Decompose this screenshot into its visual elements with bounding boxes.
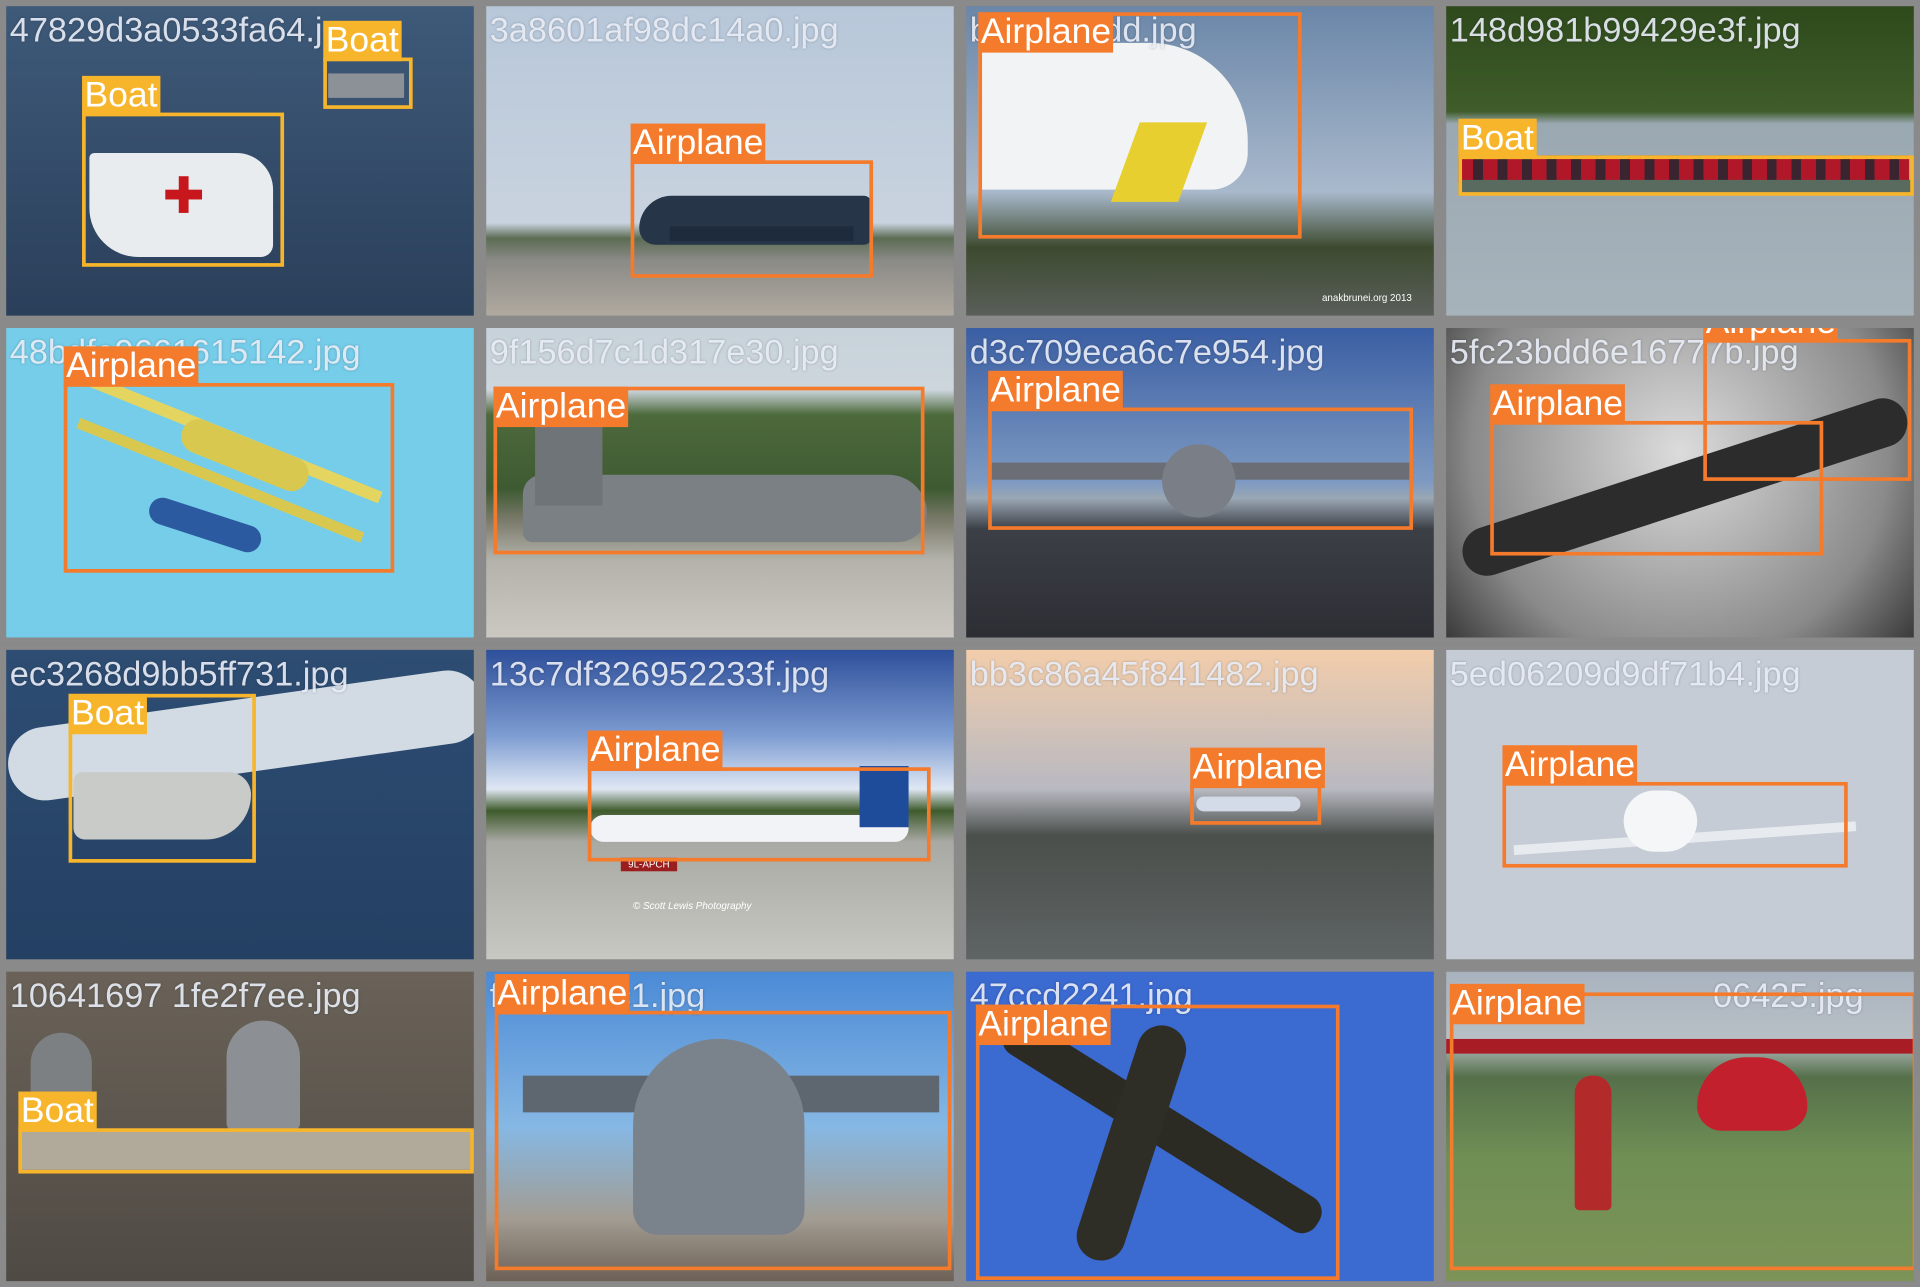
bbox-airplane[interactable]: Airplane <box>1703 327 1912 481</box>
bbox-airplane[interactable]: Airplane <box>975 1004 1340 1280</box>
tile-3[interactable]: 148d981b99429e3f.jpg Boat <box>1440 0 1920 322</box>
bbox-label: Boat <box>18 1091 97 1132</box>
bbox-label: Airplane <box>630 123 766 164</box>
tile-11[interactable]: 5ed06209d9df71b4.jpg Airplane <box>1440 643 1920 966</box>
bbox-label: Boat <box>82 75 161 117</box>
bbox-airplane[interactable]: Airplane <box>493 386 925 555</box>
tile-0[interactable]: 47829d3a0533fa64.jpg Boat Boat <box>0 0 480 322</box>
bbox-airplane[interactable]: Airplane <box>988 370 1414 530</box>
bbox-label: Airplane <box>1502 745 1638 786</box>
tile-12[interactable]: 10641697 1fe2f7ee.jpg Boat <box>0 965 480 1287</box>
bbox-airplane[interactable]: Airplane <box>1502 745 1848 868</box>
rower-shape <box>226 1020 300 1131</box>
filename-label: d3c709eca6c7e954.jpg <box>969 332 1325 371</box>
bbox-boat[interactable]: Boat <box>68 693 256 863</box>
bbox-boat[interactable]: Boat <box>1458 118 1914 196</box>
filename-label: 5ed06209d9df71b4.jpg <box>1449 654 1801 693</box>
bbox-label: Airplane <box>1190 747 1326 789</box>
filename-label: ec3268d9bb5ff731.jpg <box>9 654 349 693</box>
bbox-airplane[interactable]: Airplane <box>1449 983 1914 1271</box>
tile-7[interactable]: 5fc23bdd6e16777b.jpg Airplane Airplane <box>1440 321 1920 644</box>
filename-label: 3a8601af98dc14a0.jpg <box>489 11 839 49</box>
tile-8[interactable]: ec3268d9bb5ff731.jpg Boat <box>0 643 480 966</box>
filename-label: 148d981b99429e3f.jpg <box>1449 11 1801 49</box>
bbox-label: Airplane <box>63 346 199 387</box>
bbox-airplane[interactable]: Airplane <box>587 730 931 862</box>
filename-label: 13c7df326952233f.jpg <box>489 654 830 693</box>
tile-6[interactable]: d3c709eca6c7e954.jpg Airplane <box>960 321 1440 644</box>
tile-1[interactable]: 3a8601af98dc14a0.jpg Airplane <box>480 0 960 322</box>
bbox-airplane[interactable]: Airplane <box>978 12 1302 239</box>
tile-15[interactable]: 06425.jpg Airplane <box>1440 965 1920 1287</box>
bbox-label: Airplane <box>1703 327 1839 343</box>
tile-10[interactable]: bb3c86a45f841482.jpg Airplane <box>960 643 1440 966</box>
bbox-label: Airplane <box>988 370 1124 412</box>
bbox-airplane[interactable]: Airplane <box>494 974 952 1271</box>
bbox-airplane[interactable]: Airplane <box>63 346 395 573</box>
bbox-label: Airplane <box>494 974 630 1015</box>
bbox-boat[interactable]: Boat <box>82 75 285 267</box>
filename-label: 10641697 1fe2f7ee.jpg <box>9 976 361 1015</box>
bbox-label: Boat <box>68 693 147 735</box>
tile-2[interactable]: bdb9eebdd.jpg anakbrunei.org 2013 Airpla… <box>960 0 1440 322</box>
bbox-airplane[interactable]: Airplane <box>1190 747 1326 825</box>
bbox-label: Airplane <box>978 12 1114 53</box>
bbox-airplane[interactable]: Airplane <box>630 123 874 278</box>
tile-13[interactable]: f388825c1.jpg Airplane <box>480 965 960 1287</box>
bbox-label: Airplane <box>493 386 629 428</box>
bbox-label: Airplane <box>975 1004 1112 1046</box>
bbox-label: Airplane <box>587 730 723 771</box>
tile-5[interactable]: 9f156d7c1d317e30.jpg Airplane <box>480 321 960 644</box>
bbox-label: Airplane <box>1490 384 1626 425</box>
bbox-boat[interactable]: Boat <box>323 20 413 109</box>
tile-4[interactable]: 48bdfe9661615142.jpg Airplane <box>0 321 480 644</box>
filename-label: 9f156d7c1d317e30.jpg <box>489 332 839 371</box>
bbox-label: Boat <box>323 20 402 62</box>
bbox-boat[interactable]: Boat <box>18 1091 474 1174</box>
bbox-label: Airplane <box>1449 983 1585 1025</box>
tile-9[interactable]: 9L-APCH © Scott Lewis Photography 13c7df… <box>480 643 960 966</box>
detection-mosaic: 47829d3a0533fa64.jpg Boat Boat 3a8601af9… <box>0 0 1920 1287</box>
watermark: anakbrunei.org 2013 <box>1321 292 1412 304</box>
bbox-label: Boat <box>1458 118 1537 160</box>
tile-14[interactable]: 47ccd2241.jpg Airplane <box>960 965 1440 1287</box>
filename-label: 47829d3a0533fa64.jpg <box>9 11 361 49</box>
filename-label: bb3c86a45f841482.jpg <box>969 654 1319 693</box>
watermark: © Scott Lewis Photography <box>633 900 752 912</box>
